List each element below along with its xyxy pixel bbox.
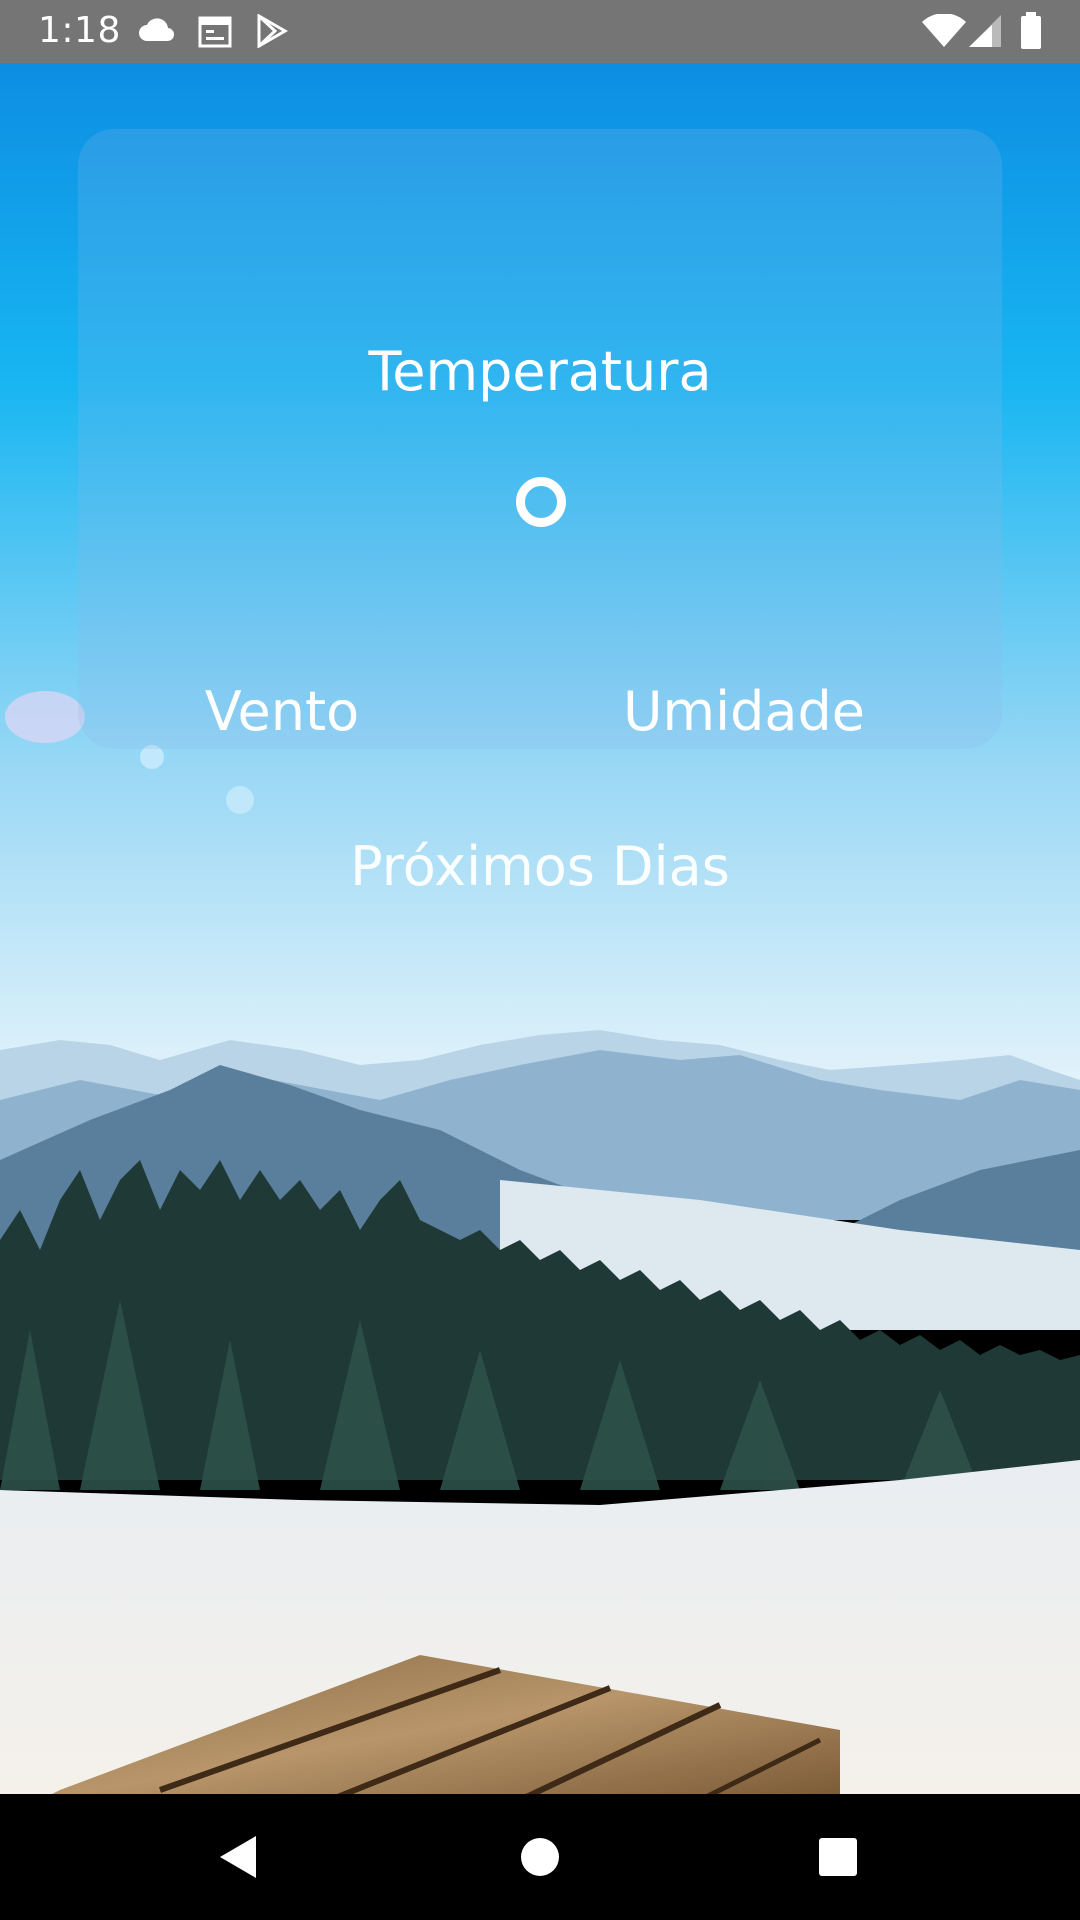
next-days-heading: Próximos Dias (350, 835, 730, 898)
app-screen: 1:18 Temperatura Vento Umidade Próximos … (0, 0, 1080, 1920)
status-time: 1:18 (38, 10, 121, 51)
navigation-bar (0, 1794, 1080, 1920)
recents-icon[interactable] (803, 1822, 873, 1892)
weather-card (78, 129, 1002, 749)
loading-ring-icon (516, 477, 566, 527)
battery-icon (1021, 12, 1041, 49)
wifi-icon (922, 14, 966, 47)
cloud-icon (139, 18, 175, 42)
home-icon[interactable] (505, 1822, 575, 1892)
back-icon[interactable] (204, 1822, 274, 1892)
calendar-icon (198, 16, 232, 48)
humidity-label: Umidade (623, 680, 865, 743)
play-store-icon (257, 14, 288, 48)
cell-signal-icon (969, 15, 1001, 47)
wind-label: Vento (204, 680, 360, 743)
temperature-label: Temperatura (368, 340, 712, 403)
status-bar: 1:18 (0, 0, 1080, 63)
